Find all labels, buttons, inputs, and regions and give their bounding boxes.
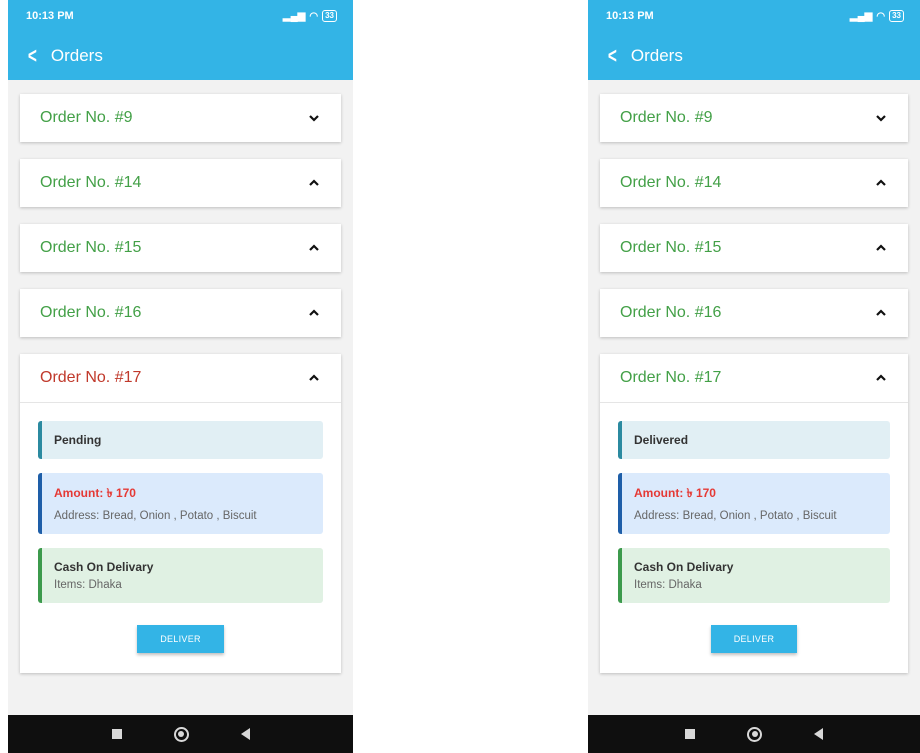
address-text: Address: Bread, Onion , Potato , Biscuit — [634, 510, 837, 522]
order-card[interactable]: Order No. #16 — [20, 289, 341, 337]
chevron-down-icon[interactable] — [307, 111, 321, 125]
amount-panel: Amount: ৳ 170 Address: Bread, Onion , Po… — [618, 473, 890, 534]
recent-apps-icon[interactable] — [111, 729, 122, 739]
order-header[interactable]: Order No. #9 — [600, 94, 908, 142]
order-card[interactable]: Order No. #9 — [20, 94, 341, 142]
status-badge: Delivered — [618, 421, 890, 459]
payment-panel: Cash On Delivary Items: Dhaka — [38, 548, 323, 603]
battery-icon: 33 — [322, 10, 337, 22]
payment-method: Cash On Delivary — [54, 560, 154, 574]
chevron-up-icon[interactable] — [307, 371, 321, 385]
order-card[interactable]: Order No. #15 — [20, 224, 341, 272]
order-header[interactable]: Order No. #16 — [600, 289, 908, 337]
order-card[interactable]: Order No. #14 — [600, 159, 908, 207]
order-card-expanded[interactable]: Order No. #17 Pending Amount: ৳ 170 Addr… — [20, 354, 341, 673]
signal-icon: ▂▄▆ — [282, 10, 306, 22]
order-title: Order No. #17 — [40, 369, 142, 386]
phone-screen-right: 10:13 PM ▂▄▆ ◠ 33 < Orders Order No. #9 … — [588, 0, 920, 753]
recent-apps-icon[interactable] — [685, 729, 695, 739]
order-card-expanded[interactable]: Order No. #17 Delivered Amount: ৳ 170 Ad… — [600, 354, 908, 673]
order-details: Delivered Amount: ৳ 170 Address: Bread, … — [600, 402, 908, 673]
orders-list: Order No. #9 Order No. #14 Order No. #15… — [8, 80, 353, 673]
payment-method: Cash On Delivary — [634, 560, 734, 574]
status-bar: 10:13 PM ▂▄▆ ◠ 33 — [8, 0, 353, 32]
order-details: Pending Amount: ৳ 170 Address: Bread, On… — [20, 402, 341, 673]
status-time: 10:13 PM — [606, 10, 654, 22]
status-time: 10:13 PM — [26, 10, 74, 22]
status-bar: 10:13 PM ▂▄▆ ◠ 33 — [588, 0, 920, 32]
status-badge: Pending — [38, 421, 323, 459]
amount-text: Amount: ৳ 170 — [634, 486, 716, 500]
order-title: Order No. #14 — [40, 174, 142, 191]
order-title: Order No. #15 — [40, 239, 142, 256]
chevron-down-icon[interactable] — [874, 111, 888, 125]
order-title: Order No. #17 — [620, 369, 722, 386]
home-icon[interactable] — [173, 726, 189, 742]
chevron-up-icon[interactable] — [874, 176, 888, 190]
chevron-up-icon[interactable] — [307, 241, 321, 255]
order-title: Order No. #14 — [620, 174, 722, 191]
back-triangle-icon[interactable] — [814, 728, 823, 740]
status-icons: ▂▄▆ ◠ 33 — [283, 10, 337, 22]
signal-icon: ▂▄▆ — [849, 10, 873, 22]
amount-panel: Amount: ৳ 170 Address: Bread, Onion , Po… — [38, 473, 323, 534]
deliver-button[interactable]: DELIVER — [710, 625, 798, 653]
order-card[interactable]: Order No. #9 — [600, 94, 908, 142]
order-header[interactable]: Order No. #9 — [20, 94, 341, 142]
order-card[interactable]: Order No. #14 — [20, 159, 341, 207]
chevron-up-icon[interactable] — [307, 176, 321, 190]
status-icons: ▂▄▆ ◠ 33 — [850, 10, 904, 22]
order-title: Order No. #16 — [40, 304, 142, 321]
order-header[interactable]: Order No. #14 — [20, 159, 341, 207]
items-text: Items: Dhaka — [634, 579, 702, 591]
order-header[interactable]: Order No. #15 — [20, 224, 341, 272]
amount-text: Amount: ৳ 170 — [54, 486, 136, 500]
page-title: Orders — [630, 46, 683, 65]
orders-list: Order No. #9 Order No. #14 Order No. #15… — [588, 80, 920, 673]
deliver-button[interactable]: DELIVER — [137, 625, 224, 653]
order-header[interactable]: Order No. #16 — [20, 289, 341, 337]
chevron-left-icon[interactable]: < — [28, 45, 37, 67]
wifi-icon: ◠ — [876, 10, 886, 22]
system-nav-bar — [8, 715, 353, 753]
chevron-up-icon[interactable] — [874, 371, 888, 385]
chevron-left-icon[interactable]: < — [608, 45, 617, 67]
order-header[interactable]: Order No. #17 — [20, 354, 341, 402]
payment-panel: Cash On Delivary Items: Dhaka — [618, 548, 890, 603]
order-header[interactable]: Order No. #17 — [600, 354, 908, 402]
order-header[interactable]: Order No. #14 — [600, 159, 908, 207]
address-text: Address: Bread, Onion , Potato , Biscuit — [54, 510, 257, 522]
battery-icon: 33 — [889, 10, 904, 22]
page-title: Orders — [50, 46, 103, 65]
chevron-up-icon[interactable] — [307, 306, 321, 320]
app-bar: < Orders — [8, 32, 353, 80]
order-title: Order No. #9 — [40, 109, 133, 126]
system-nav-bar — [588, 715, 920, 753]
items-text: Items: Dhaka — [54, 579, 122, 591]
phone-screen-left: 10:13 PM ▂▄▆ ◠ 33 < Orders Order No. #9 … — [8, 0, 353, 753]
home-icon[interactable] — [747, 726, 762, 742]
back-triangle-icon[interactable] — [240, 728, 250, 740]
chevron-up-icon[interactable] — [874, 306, 888, 320]
order-title: Order No. #9 — [620, 109, 713, 126]
wifi-icon: ◠ — [309, 10, 319, 22]
order-card[interactable]: Order No. #15 — [600, 224, 908, 272]
order-title: Order No. #15 — [620, 239, 722, 256]
order-header[interactable]: Order No. #15 — [600, 224, 908, 272]
order-card[interactable]: Order No. #16 — [600, 289, 908, 337]
app-bar: < Orders — [588, 32, 920, 80]
order-title: Order No. #16 — [620, 304, 722, 321]
chevron-up-icon[interactable] — [874, 241, 888, 255]
